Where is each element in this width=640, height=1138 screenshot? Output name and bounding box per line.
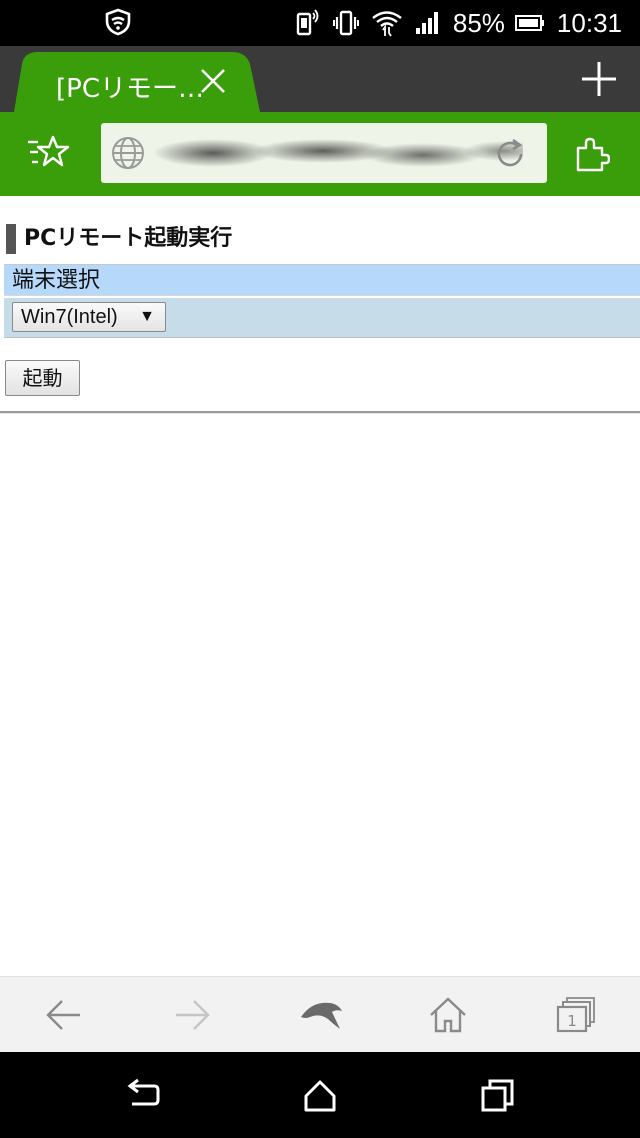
battery-percent: 85% [452, 7, 505, 38]
url-text-obscured [153, 133, 523, 173]
forward-arrow-icon[interactable] [172, 995, 212, 1035]
plus-icon[interactable] [580, 60, 618, 98]
horizontal-rule [0, 411, 640, 414]
dropdown-arrow-icon: ▼ [139, 308, 155, 325]
nav-recents-icon[interactable] [480, 1078, 516, 1114]
reload-icon[interactable] [493, 137, 527, 171]
nav-home-icon[interactable] [302, 1078, 338, 1114]
device-select[interactable]: Win7(Intel) ▼ [12, 302, 166, 332]
tab-count: 1 [567, 1012, 577, 1030]
page-title: PCリモート起動実行 [6, 224, 232, 254]
status-bar: 85% 10:31 [0, 0, 640, 46]
android-nav-bar [0, 1052, 640, 1138]
tab-title: [PCリモー… [56, 74, 204, 104]
device-selection-label: 端末選択 [4, 264, 640, 296]
home-icon[interactable] [428, 995, 468, 1035]
signal-icon [415, 12, 438, 34]
puzzle-icon[interactable] [574, 136, 610, 172]
url-bar[interactable] [101, 123, 547, 183]
battery-icon [514, 15, 544, 31]
device-select-value: Win7(Intel) [21, 306, 118, 328]
browser-toolbar [0, 112, 640, 196]
browser-tab[interactable]: [PCリモー… [14, 52, 260, 112]
tabs-icon[interactable]: 1 [556, 995, 596, 1035]
launch-button[interactable]: 起動 [5, 360, 80, 396]
wifi-icon [372, 11, 402, 37]
close-icon[interactable] [198, 66, 228, 96]
web-content: PCリモート起動実行 端末選択 Win7(Intel) ▼ 起動 [0, 196, 640, 976]
star-list-icon[interactable] [26, 134, 70, 174]
tab-bar: [PCリモー… [0, 46, 640, 112]
dolphin-icon[interactable] [298, 995, 344, 1035]
device-select-row: Win7(Intel) ▼ [4, 298, 640, 338]
bottom-toolbar: 1 [0, 976, 640, 1052]
vibrate-icon [332, 10, 359, 36]
shield-icon [105, 8, 131, 36]
nav-back-icon[interactable] [124, 1078, 160, 1114]
phone-notification-icon [296, 9, 319, 36]
clock: 10:31 [556, 7, 622, 38]
back-arrow-icon[interactable] [44, 995, 84, 1035]
globe-icon [112, 137, 144, 169]
